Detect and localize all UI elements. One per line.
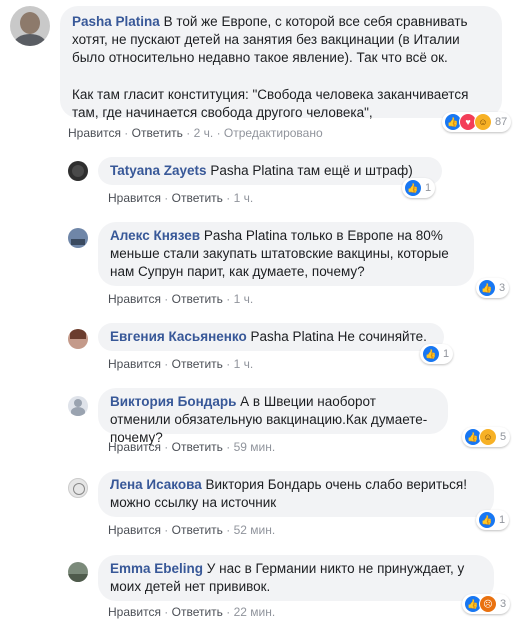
comment-actions: Нравится · Ответить · 1 ч. xyxy=(108,191,254,205)
like-link[interactable]: Нравится xyxy=(108,357,161,371)
haha-icon: ☺ xyxy=(474,113,492,131)
like-link[interactable]: Нравится xyxy=(108,440,161,454)
comment-bubble: Pasha Platina В той же Европе, с которой… xyxy=(60,6,502,120)
reactions-badge[interactable]: 👍 ☺ 5 xyxy=(462,427,511,447)
reactions-badge[interactable]: 👍 1 xyxy=(476,510,510,530)
avatar[interactable] xyxy=(68,329,88,349)
reactions-badge[interactable]: 👍 1 xyxy=(420,344,454,364)
comment-author[interactable]: Лена Исакова xyxy=(110,477,202,492)
comment-bubble: Алекс Князев Pasha Platina только в Евро… xyxy=(98,222,474,286)
comment-author[interactable]: Виктория Бондарь xyxy=(110,394,236,409)
reply-link[interactable]: Ответить xyxy=(172,357,223,371)
comment-author[interactable]: Pasha Platina xyxy=(72,14,160,29)
reply-link[interactable]: Ответить xyxy=(172,605,223,619)
angry-icon: ☹ xyxy=(479,595,497,613)
reactions-badge[interactable]: 👍 3 xyxy=(476,278,510,298)
reactions-badge[interactable]: 👍 1 xyxy=(402,178,436,198)
timestamp[interactable]: 52 мин. xyxy=(234,523,276,537)
like-link[interactable]: Нравится xyxy=(68,126,121,140)
comment-author[interactable]: Emma Ebeling xyxy=(110,561,203,576)
reactions-badge[interactable]: 👍 ☹ 3 xyxy=(462,594,511,614)
comment-bubble: Евгения Касьяненко Pasha Platina Не сочи… xyxy=(98,323,444,351)
avatar[interactable] xyxy=(68,478,88,498)
reply-link[interactable]: Ответить xyxy=(172,191,223,205)
comment-actions: Нравится · Ответить · 1 ч. xyxy=(108,292,254,306)
comment-bubble: Виктория Бондарь А в Швеции наоборот отм… xyxy=(98,388,448,445)
comment-actions: Нравится · Ответить · 22 мин. xyxy=(108,605,276,619)
edited-label[interactable]: Отредактировано xyxy=(224,126,323,140)
timestamp[interactable]: 22 мин. xyxy=(234,605,276,619)
avatar[interactable] xyxy=(68,161,88,181)
comment-actions: Нравится · Ответить · 52 мин. xyxy=(108,523,276,537)
comment-actions: Нравится · Ответить · 1 ч. xyxy=(108,357,254,371)
reply-link[interactable]: Ответить xyxy=(172,523,223,537)
like-icon: 👍 xyxy=(422,345,440,363)
like-link[interactable]: Нравится xyxy=(108,605,161,619)
avatar[interactable] xyxy=(68,562,88,582)
like-link[interactable]: Нравится xyxy=(108,191,161,205)
like-icon: 👍 xyxy=(478,279,496,297)
haha-icon: ☺ xyxy=(479,428,497,446)
reaction-count: 3 xyxy=(500,598,507,610)
comment-text-paragraph: Как там гласит конституция: "Свобода чел… xyxy=(72,87,469,120)
reaction-count: 87 xyxy=(495,116,508,128)
reply-link[interactable]: Ответить xyxy=(132,126,183,140)
reaction-count: 1 xyxy=(425,182,432,194)
like-link[interactable]: Нравится xyxy=(108,523,161,537)
reaction-count: 3 xyxy=(499,282,506,294)
timestamp[interactable]: 2 ч. xyxy=(194,126,214,140)
like-link[interactable]: Нравится xyxy=(108,292,161,306)
avatar[interactable] xyxy=(10,6,50,46)
timestamp[interactable]: 1 ч. xyxy=(234,191,254,205)
comment-bubble: Tatyana Zayets Pasha Platina там ещё и ш… xyxy=(98,157,442,185)
like-icon: 👍 xyxy=(478,511,496,529)
reply-link[interactable]: Ответить xyxy=(172,440,223,454)
timestamp[interactable]: 59 мин. xyxy=(234,440,276,454)
timestamp[interactable]: 1 ч. xyxy=(234,357,254,371)
avatar[interactable] xyxy=(68,228,88,248)
comment-actions: Нравится · Ответить · 59 мин. xyxy=(108,440,276,454)
timestamp[interactable]: 1 ч. xyxy=(234,292,254,306)
comment-bubble: Emma Ebeling У нас в Германии никто не п… xyxy=(98,555,494,601)
comment-author[interactable]: Алекс Князев xyxy=(110,228,200,243)
reply-link[interactable]: Ответить xyxy=(172,292,223,306)
reaction-count: 1 xyxy=(499,514,506,526)
avatar[interactable] xyxy=(68,396,88,416)
reaction-count: 5 xyxy=(500,431,507,443)
comment-text: Pasha Platina там ещё и штраф) xyxy=(210,163,413,178)
comment-author[interactable]: Tatyana Zayets xyxy=(110,163,207,178)
comment-text: Pasha Platina Не сочиняйте. xyxy=(250,329,427,344)
like-icon: 👍 xyxy=(404,179,422,197)
reaction-count: 1 xyxy=(443,348,450,360)
comment-author[interactable]: Евгения Касьяненко xyxy=(110,329,247,344)
comment-actions: Нравится · Ответить · 2 ч. · Отредактиро… xyxy=(68,126,323,140)
reactions-badge[interactable]: 👍 ♥ ☺ 87 xyxy=(442,112,512,132)
comment-bubble: Лена Исакова Виктория Бондарь очень слаб… xyxy=(98,471,494,517)
